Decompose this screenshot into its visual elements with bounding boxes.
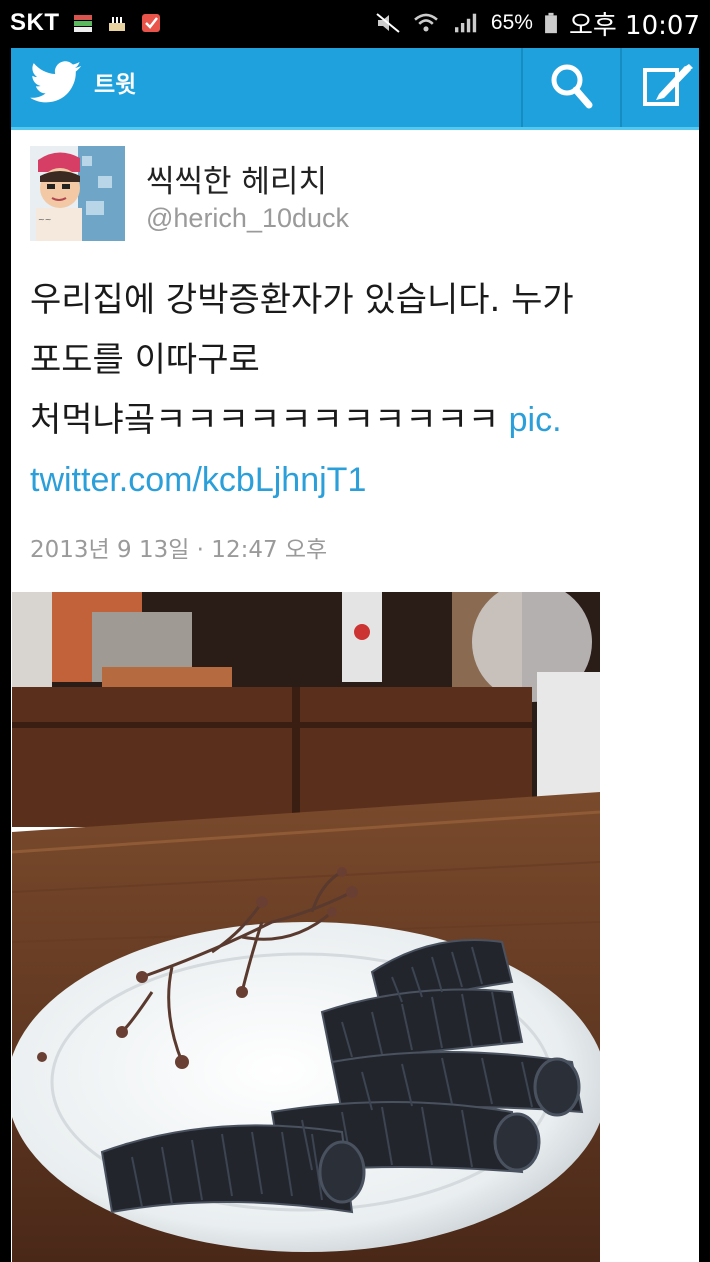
tweet-link[interactable]: twitter.com/kcbLjhnjT1 bbox=[30, 450, 690, 510]
app-notification-icon bbox=[73, 15, 92, 32]
tweet-photo[interactable] bbox=[12, 592, 600, 1262]
battery-icon bbox=[545, 12, 557, 34]
tweet-timestamp: 2013년 9 13일 · 12:47 오후 bbox=[30, 537, 328, 563]
tweet-screen: 트윗 ~~ 씩씩한 헤리치 @herich_10duck 우리집에 강박증환자가… bbox=[11, 48, 699, 1262]
tweet-line: 처먹냐곸ㅋㅋㅋㅋㅋㅋㅋㅋㅋㅋㅋ pic. bbox=[30, 390, 690, 450]
header-divider bbox=[521, 48, 523, 127]
battery-percent: 65% bbox=[490, 11, 533, 34]
user-handle[interactable]: @herich_10duck bbox=[146, 203, 349, 234]
header-divider bbox=[620, 48, 622, 127]
wifi-icon bbox=[414, 13, 438, 32]
display-name[interactable]: 씩씩한 헤리치 bbox=[146, 156, 327, 201]
tweet-link-start[interactable]: pic. bbox=[499, 401, 562, 439]
tweet-line: 포도를 이따구로 bbox=[30, 340, 260, 380]
tweet-line: 우리집에 강박증환자가 있습니다. 누가 bbox=[30, 280, 574, 320]
avatar[interactable]: ~~ bbox=[30, 146, 125, 241]
signal-icon bbox=[454, 13, 477, 33]
clock: 오후 10:07 bbox=[568, 10, 700, 41]
photo-margin bbox=[600, 592, 699, 1262]
checklist-icon bbox=[141, 14, 160, 32]
mute-icon bbox=[376, 13, 400, 33]
app-header: 트윗 bbox=[11, 48, 699, 130]
carrier-label: SKT bbox=[10, 9, 60, 36]
header-title: 트윗 bbox=[94, 72, 137, 98]
tweet-line-text: 처먹냐곸ㅋㅋㅋㅋㅋㅋㅋㅋㅋㅋㅋ bbox=[30, 400, 500, 440]
tweet-text: 우리집에 강박증환자가 있습니다. 누가 포도를 이따구로 처먹냐곸ㅋㅋㅋㅋㅋㅋ… bbox=[30, 270, 690, 510]
status-bar: SKT 65% 오후 10:07 bbox=[0, 0, 710, 46]
twitter-bird-icon[interactable] bbox=[27, 60, 83, 108]
search-icon[interactable] bbox=[547, 59, 597, 113]
svg-text:~~: ~~ bbox=[38, 215, 51, 224]
compose-icon[interactable] bbox=[641, 60, 693, 112]
cake-icon bbox=[108, 17, 125, 31]
